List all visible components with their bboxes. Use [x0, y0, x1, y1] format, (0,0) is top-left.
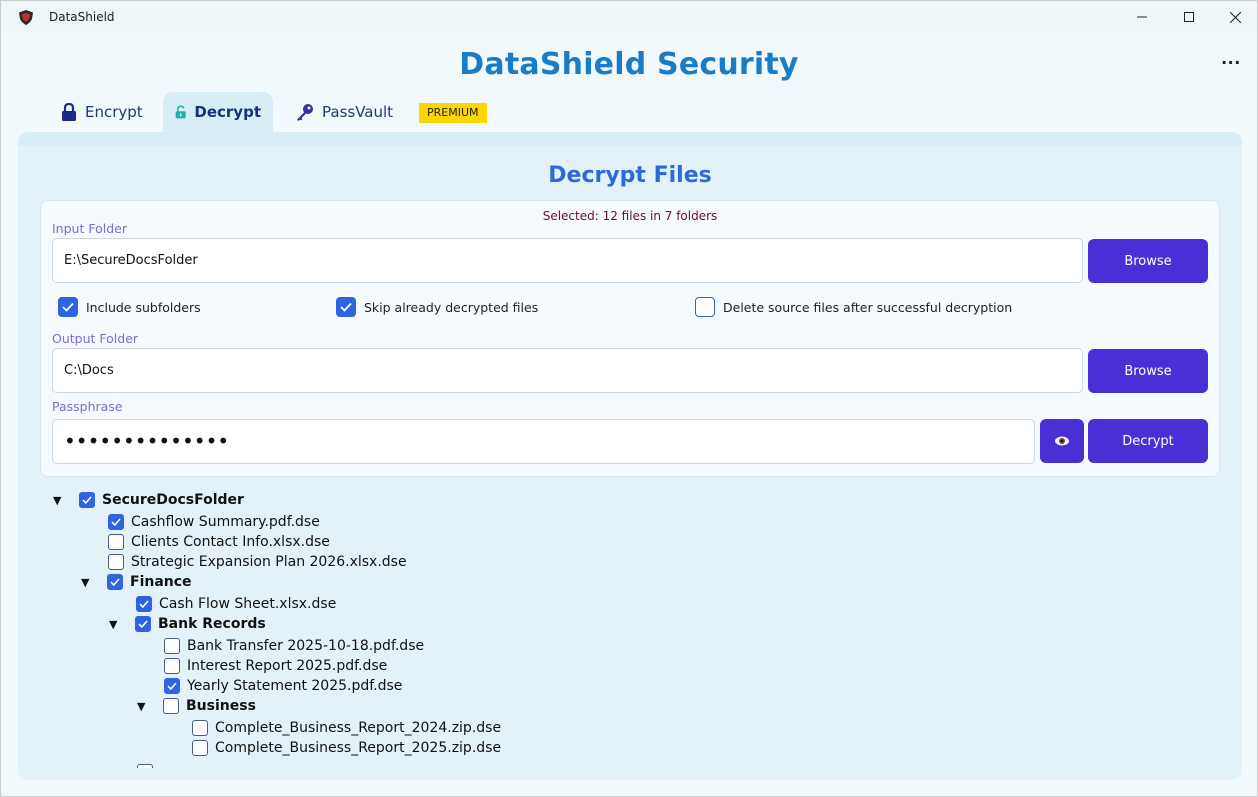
unlock-icon	[175, 105, 186, 119]
eye-icon	[1055, 436, 1069, 446]
tree-checkbox[interactable]	[107, 574, 123, 590]
input-folder-label: Input Folder	[52, 221, 127, 236]
maximize-icon	[1184, 12, 1194, 22]
option-skip-decrypted[interactable]: Skip already decrypted files	[336, 297, 538, 317]
tree-label: Cashflow Summary.pdf.dse	[131, 514, 320, 530]
tree-label: Business	[186, 698, 256, 714]
tree-label: SecureDocsFolder	[102, 492, 244, 508]
tree-folder-finance[interactable]: ▼ Finance	[81, 572, 192, 592]
tree-file[interactable]: Complete_Business_Report_2024.zip.dse	[192, 718, 501, 738]
input-folder-field[interactable]: E:\SecureDocsFolder	[52, 238, 1083, 283]
collapse-arrow-icon[interactable]: ▼	[109, 618, 121, 631]
checkmark-icon	[167, 682, 177, 690]
app-title: DataShield Security	[459, 47, 799, 82]
tree-label: Complete_Business_Report_2024.zip.dse	[215, 720, 502, 736]
tree-file[interactable]: Complete_Business_Report_2025.zip.dse	[192, 738, 501, 758]
tree-folder-business[interactable]: ▼ Business	[137, 696, 256, 716]
tree-label: Bank Records	[158, 616, 266, 632]
skip-decrypted-checkbox[interactable]	[336, 297, 356, 317]
tree-checkbox[interactable]	[108, 554, 124, 570]
tree-file[interactable]: Strategic Expansion Plan 2026.xlsx.dse	[108, 552, 407, 572]
close-icon	[1229, 11, 1241, 23]
tree-folder-securedocsfolder[interactable]: ▼ SecureDocsFolder	[53, 490, 244, 510]
output-folder-field[interactable]: C:\Docs	[52, 348, 1083, 393]
selection-summary: Selected: 12 files in 7 folders	[542, 209, 718, 223]
more-options-button[interactable]: ...	[1221, 47, 1241, 70]
checkmark-icon	[139, 600, 149, 608]
tree-checkbox[interactable]	[164, 658, 180, 674]
delete-source-checkbox[interactable]	[695, 297, 715, 317]
decrypt-button[interactable]: Decrypt	[1088, 419, 1208, 463]
tree-checkbox[interactable]	[108, 514, 124, 530]
tree-label: Clients Contact Info.xlsx.dse	[131, 534, 330, 550]
tree-file[interactable]: Interest Report 2025.pdf.dse	[164, 656, 387, 676]
include-subfolders-label: Include subfolders	[86, 299, 201, 315]
checkmark-icon	[110, 578, 120, 586]
tree-checkbox[interactable]	[163, 698, 179, 714]
title-bar[interactable]: DataShield	[1, 1, 1257, 33]
checkmark-icon	[340, 302, 352, 312]
tab-encrypt[interactable]: Encrypt	[49, 92, 155, 132]
tree-label: Complete_Business_Report_2025.zip.dse	[215, 740, 502, 756]
skip-decrypted-label: Skip already decrypted files	[364, 299, 539, 315]
tab-label: Encrypt	[85, 103, 143, 121]
collapse-arrow-icon[interactable]: ▼	[137, 700, 149, 713]
tree-checkbox[interactable]	[164, 678, 180, 694]
tab-label: PassVault	[322, 103, 394, 121]
maximize-button[interactable]	[1166, 1, 1212, 33]
tree-checkbox-partial[interactable]	[137, 764, 153, 768]
tree-label: Finance	[130, 574, 192, 590]
checkmark-icon	[111, 518, 121, 526]
browse-input-button[interactable]: Browse	[1088, 239, 1208, 283]
collapse-arrow-icon[interactable]: ▼	[81, 576, 93, 589]
tree-checkbox[interactable]	[135, 616, 151, 632]
delete-source-label: Delete source files after successful dec…	[723, 299, 1013, 315]
tree-label: Bank Transfer 2025-10-18.pdf.dse	[187, 638, 425, 654]
close-button[interactable]	[1212, 1, 1257, 33]
key-icon	[297, 104, 313, 121]
tree-file[interactable]: Yearly Statement 2025.pdf.dse	[164, 676, 402, 696]
passphrase-field[interactable]: ••••••••••••••	[52, 419, 1035, 464]
panel-title: Decrypt Files	[548, 163, 712, 188]
checkmark-icon	[138, 620, 148, 628]
tree-file[interactable]: Cash Flow Sheet.xlsx.dse	[136, 594, 336, 614]
tab-label: Decrypt	[194, 103, 261, 121]
checkmark-icon	[82, 496, 92, 504]
shield-icon	[19, 10, 33, 25]
tab-passvault[interactable]: PassVault	[284, 92, 405, 132]
collapse-arrow-icon[interactable]: ▼	[53, 494, 65, 507]
tree-folder-bank-records[interactable]: ▼ Bank Records	[109, 614, 266, 634]
tree-checkbox[interactable]	[108, 534, 124, 550]
tree-label: Yearly Statement 2025.pdf.dse	[187, 678, 403, 694]
tree-label: Cash Flow Sheet.xlsx.dse	[159, 596, 337, 612]
tab-decrypt[interactable]: Decrypt	[163, 92, 273, 132]
tree-label: Strategic Expansion Plan 2026.xlsx.dse	[131, 554, 407, 570]
option-delete-source[interactable]: Delete source files after successful dec…	[695, 297, 1012, 317]
lock-icon	[62, 103, 76, 121]
panel-header-strip	[18, 132, 1242, 146]
output-folder-label: Output Folder	[52, 331, 139, 346]
tree-file[interactable]: Bank Transfer 2025-10-18.pdf.dse	[164, 636, 424, 656]
include-subfolders-checkbox[interactable]	[58, 297, 78, 317]
tree-checkbox[interactable]	[164, 638, 180, 654]
browse-output-button[interactable]: Browse	[1088, 349, 1208, 393]
passphrase-label: Passphrase	[52, 399, 123, 414]
tree-file[interactable]: Clients Contact Info.xlsx.dse	[108, 532, 330, 552]
toggle-passphrase-visibility-button[interactable]	[1040, 419, 1084, 463]
tree-checkbox[interactable]	[136, 596, 152, 612]
window-title: DataShield	[49, 10, 115, 24]
tree-label: Interest Report 2025.pdf.dse	[187, 658, 388, 674]
option-include-subfolders[interactable]: Include subfolders	[58, 297, 201, 317]
premium-badge[interactable]: PREMIUM	[419, 103, 487, 123]
tree-checkbox[interactable]	[192, 740, 208, 756]
minimize-icon	[1137, 16, 1147, 18]
app-window: DataShield DataShield Security ... Encry…	[0, 0, 1258, 797]
minimize-button[interactable]	[1119, 1, 1165, 33]
tree-checkbox[interactable]	[192, 720, 208, 736]
checkmark-icon	[62, 302, 74, 312]
tree-file[interactable]: Cashflow Summary.pdf.dse	[108, 512, 320, 532]
tree-checkbox[interactable]	[79, 492, 95, 508]
